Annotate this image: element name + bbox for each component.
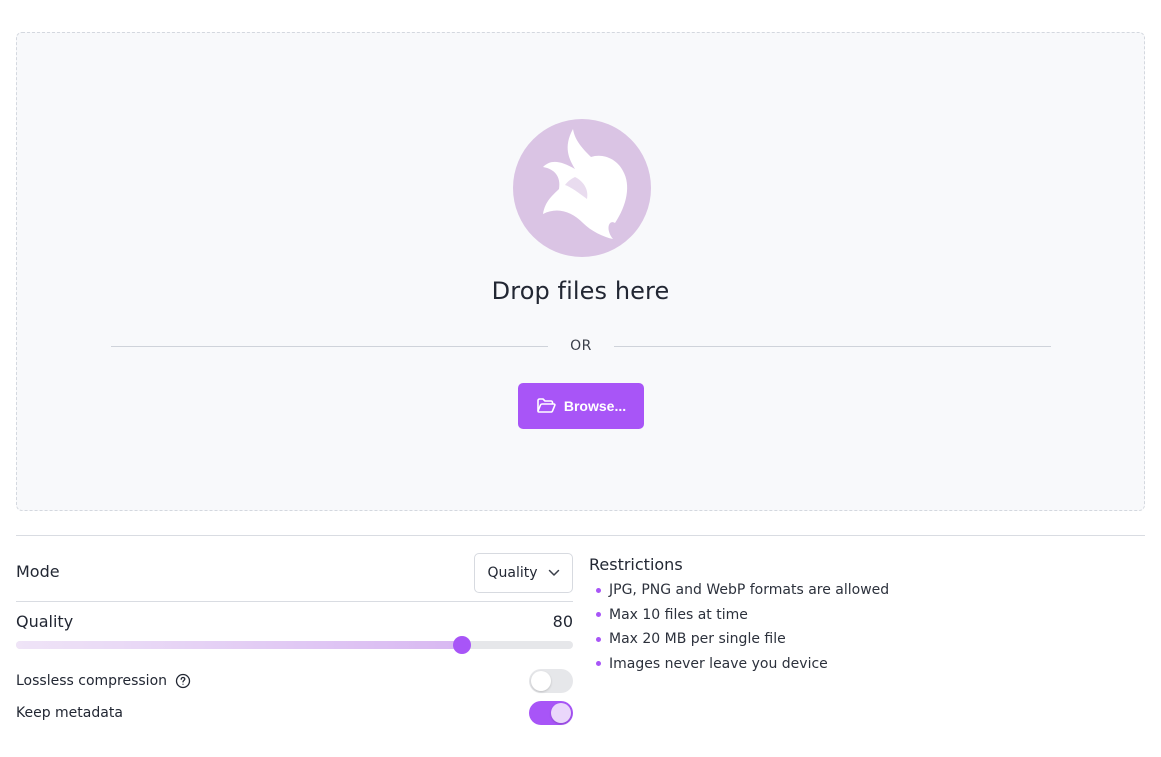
bullet-dot [596,661,601,667]
drop-title: Drop files here [491,277,670,305]
quality-value: 80 [552,612,573,631]
restriction-item: Images never leave you device [596,652,889,677]
lossless-label: Lossless compression [16,673,168,689]
restrictions-list: JPG, PNG and WebP formats are allowed Max… [596,578,889,676]
metadata-toggle[interactable] [529,701,573,725]
divider-line-left [111,345,549,347]
file-drop-zone[interactable]: Drop files here OR Browse... [16,32,1145,511]
restrictions-title: Restrictions [589,555,683,574]
lossless-toggle[interactable] [529,669,573,693]
restriction-item: Max 20 MB per single file [596,627,889,652]
bullet-dot [596,587,601,593]
lossless-option: Lossless compression [16,673,191,689]
or-divider: OR [111,335,1051,357]
bullet-dot [596,612,601,618]
restriction-item: Max 10 files at time [596,603,889,628]
quality-label: Quality [16,612,74,631]
restriction-text: Max 20 MB per single file [609,631,786,648]
toggle-knob [531,671,551,691]
restriction-item: JPG, PNG and WebP formats are allowed [596,578,889,603]
quality-slider-thumb[interactable] [452,636,471,654]
bullet-dot [596,636,601,642]
or-text: OR [570,338,592,354]
browse-label: Browse... [563,398,627,414]
browse-button[interactable]: Browse... [518,383,644,429]
metadata-option: Keep metadata [16,705,123,721]
toggle-knob [551,703,571,723]
mode-select-value: Quality [487,565,538,581]
folder-open-icon [537,398,556,413]
bird-logo-icon [513,119,651,257]
compressor-page: Drop files here OR Browse... Mode Qualit… [0,0,1161,757]
section-divider [16,535,1145,536]
restriction-text: JPG, PNG and WebP formats are allowed [609,582,890,599]
quality-slider[interactable] [16,636,573,654]
restriction-text: Images never leave you device [609,655,828,672]
mode-label: Mode [16,562,60,581]
chevron-down-icon [548,569,559,576]
mode-divider [16,601,573,602]
restriction-text: Max 10 files at time [609,606,748,623]
question-circle-icon[interactable] [175,673,191,689]
quality-slider-fill [16,641,462,649]
divider-line-right [613,345,1051,347]
metadata-label: Keep metadata [16,705,123,721]
mode-select[interactable]: Quality [474,553,573,593]
